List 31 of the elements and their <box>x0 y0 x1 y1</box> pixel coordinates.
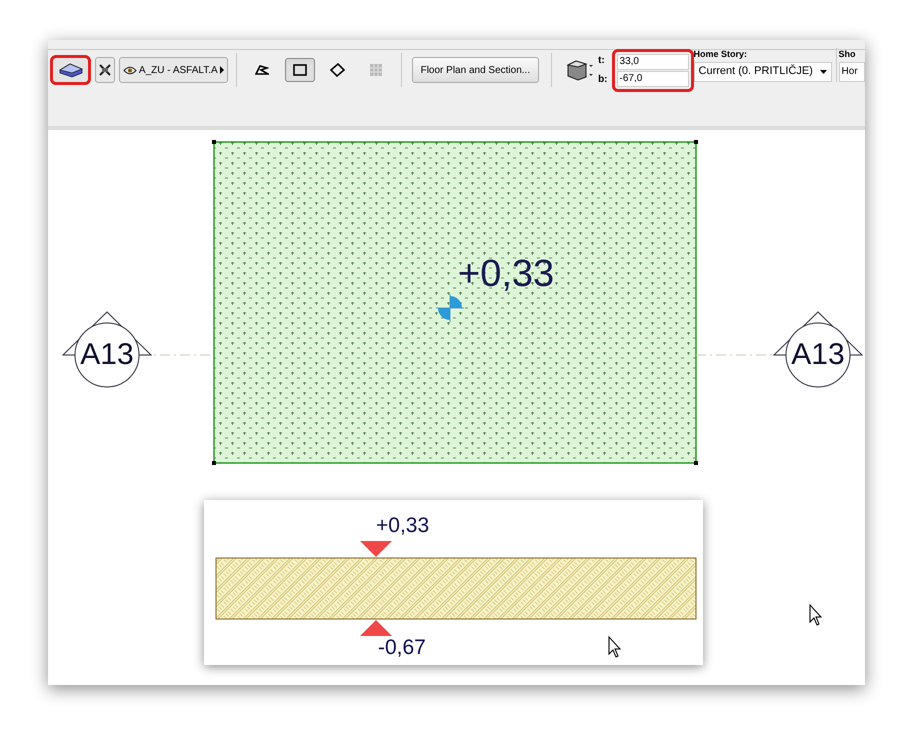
top-offset-field[interactable]: 33,0 <box>616 54 689 70</box>
dropdown-arrow-icon <box>820 70 827 74</box>
crosshair-icon <box>436 294 464 322</box>
floor-plan-and-section-button[interactable]: Floor Plan and Section... <box>412 57 540 83</box>
layer-button[interactable]: A_ZU - ASFALT.A <box>118 57 228 83</box>
bottom-offset-label: b: <box>598 73 608 87</box>
top-level-marker-icon <box>360 541 392 557</box>
slab-tool-button[interactable] <box>50 55 92 85</box>
home-story-dropdown[interactable]: Current (0. PRITLIČJE) <box>694 62 832 82</box>
top-offset-label: t: <box>598 54 606 68</box>
slab-icon <box>58 62 84 78</box>
geometry-method-button[interactable] <box>284 58 315 82</box>
show-dropdown[interactable]: Hor <box>838 62 865 82</box>
rectangle-icon <box>292 64 307 76</box>
caret-icon <box>220 66 224 74</box>
pick-button[interactable] <box>95 57 115 83</box>
elevation-label: +0,33 <box>458 254 554 294</box>
grid-icon <box>370 64 382 76</box>
bottom-level-label: -0,67 <box>378 636 426 660</box>
section-marker-label: A13 <box>79 338 135 372</box>
polygon-icon <box>254 64 269 76</box>
home-story-label: Home Story: <box>694 48 748 61</box>
bottom-offset-field[interactable]: -67,0 <box>616 70 689 86</box>
cursor-arrow-icon <box>608 636 622 658</box>
eye-icon <box>122 66 137 74</box>
show-label: Sho <box>838 48 857 61</box>
cursor-arrow-icon <box>810 604 822 626</box>
top-level-label: +0,33 <box>376 514 430 538</box>
bottom-level-marker-icon <box>360 620 392 636</box>
crossed-tool-icon <box>98 63 112 77</box>
section-marker-label: A13 <box>790 338 846 372</box>
